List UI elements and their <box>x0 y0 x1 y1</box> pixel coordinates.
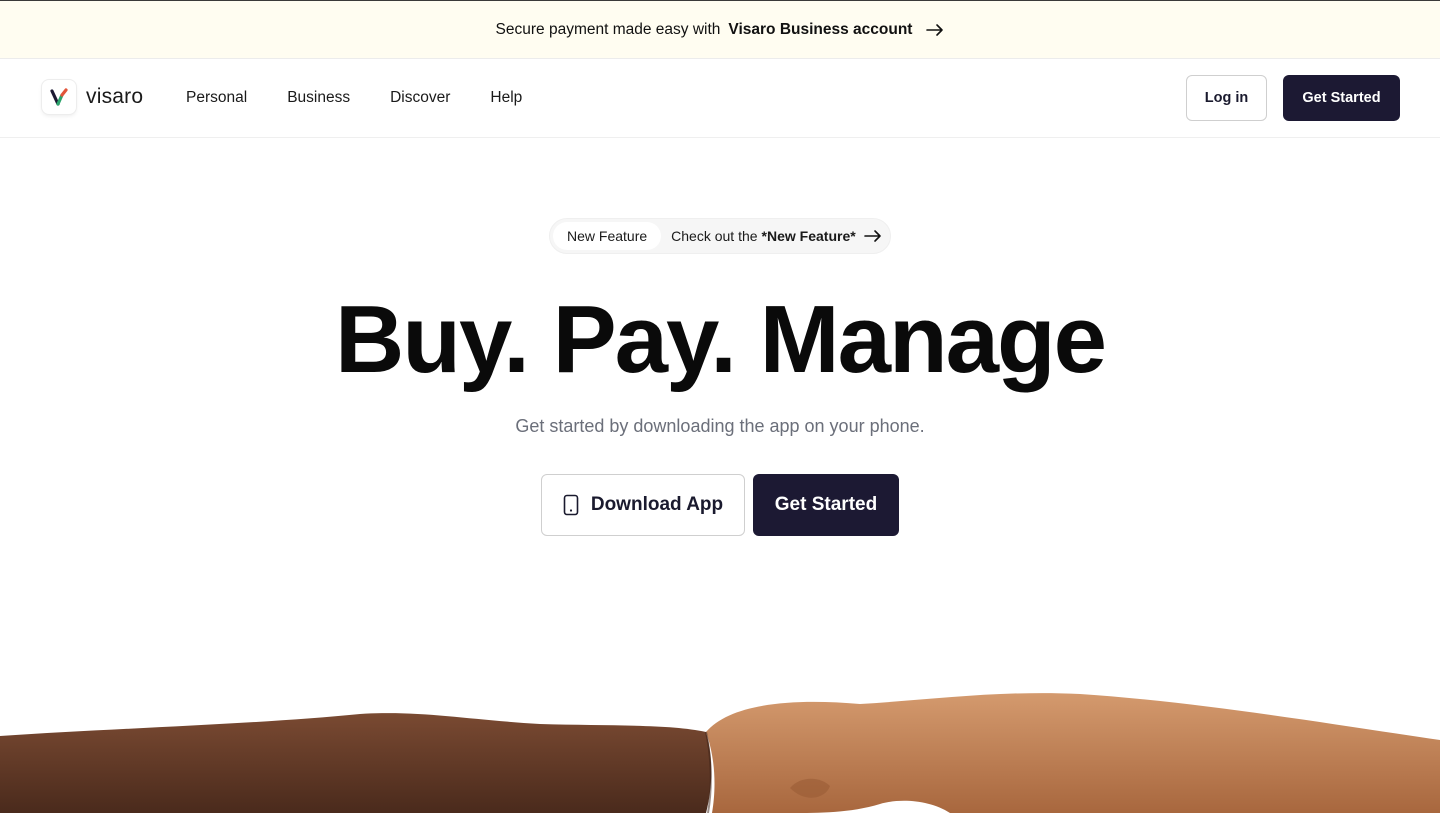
new-feature-tag: New Feature <box>553 222 662 250</box>
visaro-logo-icon <box>42 80 76 114</box>
announcement-prefix: Secure payment made easy with <box>495 20 721 38</box>
nav-get-started-button[interactable]: Get Started <box>1283 75 1400 121</box>
main-navigation: visaro Personal Business Discover Help L… <box>0 59 1440 138</box>
nav-link-discover[interactable]: Discover <box>390 89 450 107</box>
nav-link-business[interactable]: Business <box>287 89 350 107</box>
brand-name: visaro <box>86 85 144 108</box>
phone-icon <box>563 494 579 516</box>
new-feature-text-highlight: *New Feature* <box>761 228 856 244</box>
hero-subline: Get started by downloading the app on yo… <box>515 416 925 436</box>
download-app-label: Download App <box>590 494 724 515</box>
hero-headline: Buy. Pay. Manage <box>334 286 1107 393</box>
download-app-button[interactable]: Download App <box>541 474 745 536</box>
hero-get-started-button[interactable]: Get Started <box>753 474 899 536</box>
announcement-link[interactable]: Visaro Business account <box>728 21 912 39</box>
announcement-banner[interactable]: Secure payment made easy with Visaro Bus… <box>0 0 1440 59</box>
arrow-right-icon <box>863 230 881 242</box>
brand-logo[interactable]: visaro <box>42 80 143 114</box>
new-feature-pill[interactable]: New Feature Check out the *New Feature* <box>549 218 891 254</box>
nav-links: Personal Business Discover Help <box>186 89 522 107</box>
arrow-right-icon <box>926 23 944 36</box>
login-button[interactable]: Log in <box>1186 75 1267 121</box>
nav-link-personal[interactable]: Personal <box>186 89 247 107</box>
fist-bump-image <box>0 693 1440 813</box>
new-feature-text: Check out the *New Feature* <box>671 228 882 244</box>
nav-link-help[interactable]: Help <box>490 89 522 107</box>
new-feature-text-prefix: Check out the <box>671 228 758 244</box>
